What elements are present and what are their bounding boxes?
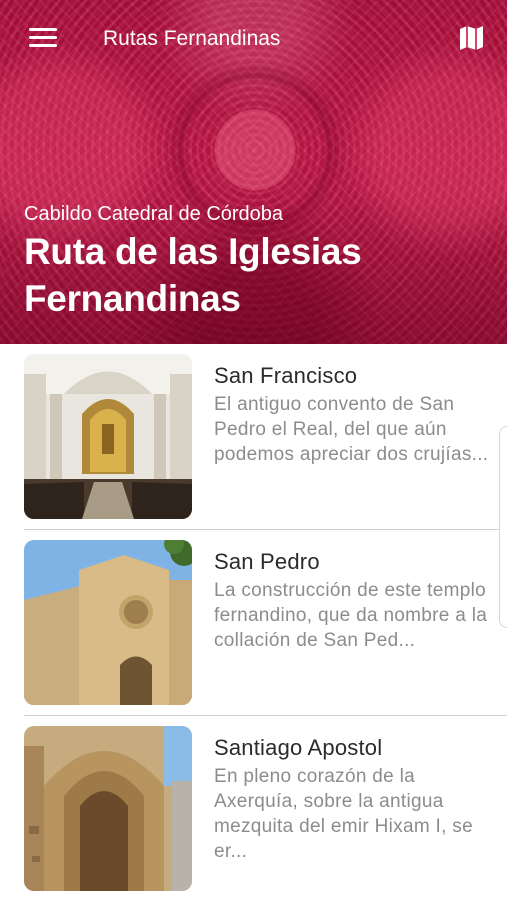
app-title: Rutas Fernandinas bbox=[103, 27, 281, 50]
church-description: En pleno corazón de la Axerquía, sobre l… bbox=[214, 766, 473, 862]
santiago-apostol-photo bbox=[24, 726, 192, 891]
hero-subtitle: Cabildo Catedral de Córdoba bbox=[24, 203, 284, 225]
map-icon[interactable] bbox=[457, 24, 487, 52]
church-name: San Pedro bbox=[214, 549, 320, 574]
church-description: El antiguo convento de San Pedro el Real… bbox=[214, 394, 489, 465]
church-list: San Francisco El antiguo convento de San… bbox=[0, 344, 507, 902]
list-item-san-pedro[interactable]: San Pedro La construcción de este templo… bbox=[0, 530, 507, 716]
church-description: La construcción de este templo fernandin… bbox=[214, 580, 488, 651]
edge-scroll-handle[interactable] bbox=[499, 426, 507, 628]
list-item-san-francisco[interactable]: San Francisco El antiguo convento de San… bbox=[0, 344, 507, 530]
church-name: Santiago Apostol bbox=[214, 735, 383, 760]
san-pedro-photo bbox=[24, 540, 192, 705]
list-item-santiago-apostol[interactable]: Santiago Apostol En pleno corazón de la … bbox=[0, 716, 507, 902]
church-name: San Francisco bbox=[214, 363, 358, 388]
hero-title: Ruta de las Iglesias Fernandinas bbox=[24, 231, 362, 319]
app-bar: Rutas Fernandinas bbox=[0, 0, 507, 78]
san-francisco-photo bbox=[24, 354, 192, 519]
hamburger-menu-icon[interactable] bbox=[29, 28, 57, 48]
